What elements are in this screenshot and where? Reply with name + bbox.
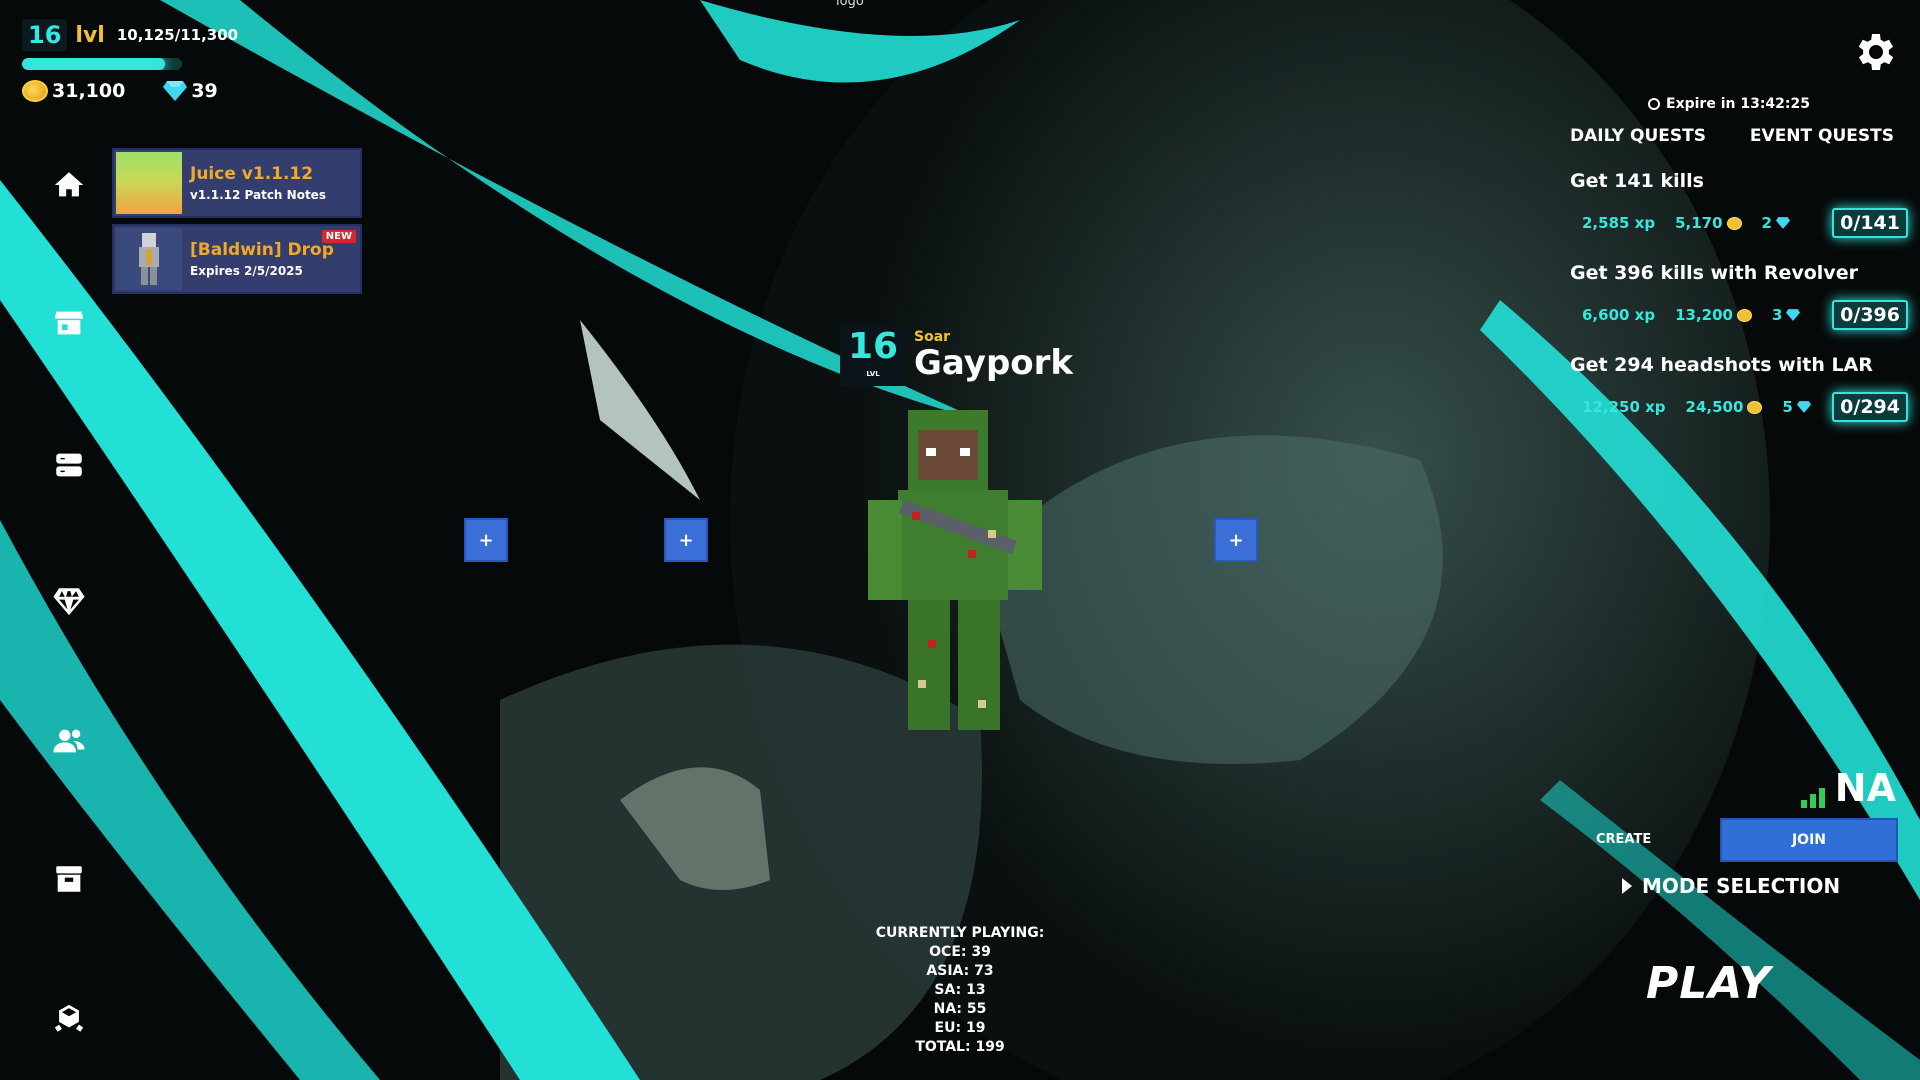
nav-friends-button[interactable] (44, 716, 94, 766)
quest-expire: Expire in 13:42:25 (1548, 96, 1920, 112)
broken-logo-image: logo (836, 0, 864, 9)
quests-panel: Expire in 13:42:25 DAILY QUESTS EVENT QU… (1548, 96, 1920, 422)
gem-amount: 39 (191, 80, 218, 102)
news-thumbnail (116, 228, 182, 290)
quest-expire-text: Expire in 13:42:25 (1666, 96, 1810, 112)
quest-gem-reward: 5 (1782, 398, 1793, 416)
character-level: 16 (847, 326, 899, 367)
nav-store-button[interactable] (44, 298, 94, 348)
character-nameplate: 16 LVL Soar Gaypork (840, 324, 1073, 386)
nav-crate-button[interactable] (44, 854, 94, 904)
news-subtitle: Expires 2/5/2025 (190, 264, 303, 278)
nav-inventory-button[interactable] (44, 440, 94, 490)
gem-icon (163, 81, 188, 101)
news-subtitle: v1.1.12 Patch Notes (190, 188, 326, 202)
quest-item: Get 141 kills 2,585 xp 5,170 2 0/141 (1548, 170, 1920, 238)
gem-icon (1796, 401, 1811, 413)
quest-gem-reward: 3 (1771, 306, 1783, 324)
quest-xp-reward: 2,585 xp (1582, 214, 1656, 232)
friends-icon (53, 729, 85, 753)
xp-bar-fill (22, 58, 166, 70)
coin-icon (1736, 308, 1752, 322)
player-count-na: NA: 55 (933, 1001, 987, 1017)
quest-xp-reward: 6,600 xp (1582, 306, 1656, 324)
quest-title: Get 294 headshots with LAR (1570, 354, 1873, 376)
player-count-oce: OCE: 39 (929, 944, 991, 960)
crate-icon (56, 866, 82, 892)
quest-gem-reward: 2 (1761, 214, 1772, 232)
create-button[interactable]: CREATE (1596, 832, 1651, 847)
hub-icon (54, 1004, 84, 1035)
mode-selection-button[interactable]: MODE SELECTION (1622, 874, 1840, 898)
player-count-eu: EU: 19 (934, 1020, 986, 1036)
quest-progress: 0/141 (1832, 208, 1908, 238)
tab-event-quests[interactable]: EVENT QUESTS (1750, 126, 1894, 146)
xp-text: 10,125/11,300 (116, 26, 239, 44)
quest-xp-reward: 12,250 xp (1582, 398, 1666, 416)
region-selector[interactable]: NA (1800, 766, 1896, 810)
news-title: [Baldwin] Drop (190, 240, 334, 260)
news-card-patch-notes[interactable]: Juice v1.1.12 v1.1.12 Patch Notes (112, 148, 362, 218)
xp-bar (22, 58, 182, 70)
coin-amount: 31,100 (52, 80, 126, 102)
coin-balance: 31,100 (22, 80, 125, 102)
currently-playing-heading: CURRENTLY PLAYING: (875, 925, 1045, 941)
inventory-icon (56, 453, 82, 477)
clock-icon (1648, 98, 1661, 110)
quest-progress: 0/396 (1832, 300, 1908, 330)
coin-icon (1747, 400, 1763, 414)
player-count-sa: SA: 13 (934, 982, 986, 998)
level-label: lvl (75, 22, 105, 48)
gem-icon (1775, 217, 1790, 229)
quest-title: Get 396 kills with Revolver (1570, 262, 1858, 284)
equip-slot-button[interactable]: + (664, 518, 708, 562)
quest-coin-reward: 24,500 (1685, 398, 1744, 416)
coin-icon (1726, 216, 1742, 230)
knight-skin-icon (139, 233, 159, 285)
expand-arrow-icon (1622, 878, 1632, 894)
player-count-total: TOTAL: 199 (915, 1039, 1005, 1055)
quest-item: Get 396 kills with Revolver 6,600 xp 13,… (1548, 262, 1920, 330)
player-count-asia: ASIA: 73 (926, 963, 994, 979)
news-panel: Juice v1.1.12 v1.1.12 Patch Notes [Baldw… (112, 148, 362, 300)
quest-item: Get 294 headshots with LAR 12,250 xp 24,… (1548, 354, 1920, 422)
nav-home-button[interactable] (44, 160, 94, 210)
play-button[interactable]: PLAY (1646, 958, 1771, 1009)
news-card-drop[interactable]: [Baldwin] Drop Expires 2/5/2025 NEW (112, 224, 362, 294)
nav-hub-button[interactable] (44, 994, 94, 1044)
equip-slot-button[interactable]: + (464, 518, 508, 562)
player-stats: 16 lvl 10,125/11,300 31,100 39 (22, 18, 238, 102)
gem-icon (1786, 309, 1801, 321)
quest-title: Get 141 kills (1570, 170, 1704, 192)
mode-selection-label: MODE SELECTION (1642, 874, 1841, 898)
quest-progress: 0/294 (1832, 392, 1908, 422)
character-name: Gaypork (914, 343, 1074, 383)
coin-icon (22, 80, 48, 102)
region-name: NA (1834, 766, 1896, 810)
news-title: Juice v1.1.12 (190, 164, 314, 184)
new-badge: NEW (321, 230, 356, 243)
quest-coin-reward: 5,170 (1675, 214, 1723, 232)
character-model (868, 410, 1042, 730)
player-level: 16 (22, 19, 68, 51)
tab-daily-quests[interactable]: DAILY QUESTS (1570, 126, 1706, 146)
gem-balance: 39 (163, 80, 218, 102)
settings-gear-icon[interactable] (1850, 28, 1898, 76)
equip-slot-button[interactable]: + (1214, 518, 1258, 562)
join-button[interactable]: JOIN (1720, 818, 1898, 862)
character-level-sub: LVL (866, 370, 880, 378)
currently-playing-panel: CURRENTLY PLAYING: OCE: 39 ASIA: 73 SA: … (860, 924, 1060, 1057)
nav-gem-shop-button[interactable] (44, 576, 94, 626)
signal-strength-icon (1800, 784, 1825, 808)
news-thumbnail (116, 152, 182, 214)
store-icon (54, 311, 84, 335)
character-level-box: 16 LVL (840, 324, 906, 386)
quest-coin-reward: 13,200 (1675, 306, 1733, 324)
gem-shop-icon (53, 588, 85, 616)
home-icon (54, 172, 84, 197)
